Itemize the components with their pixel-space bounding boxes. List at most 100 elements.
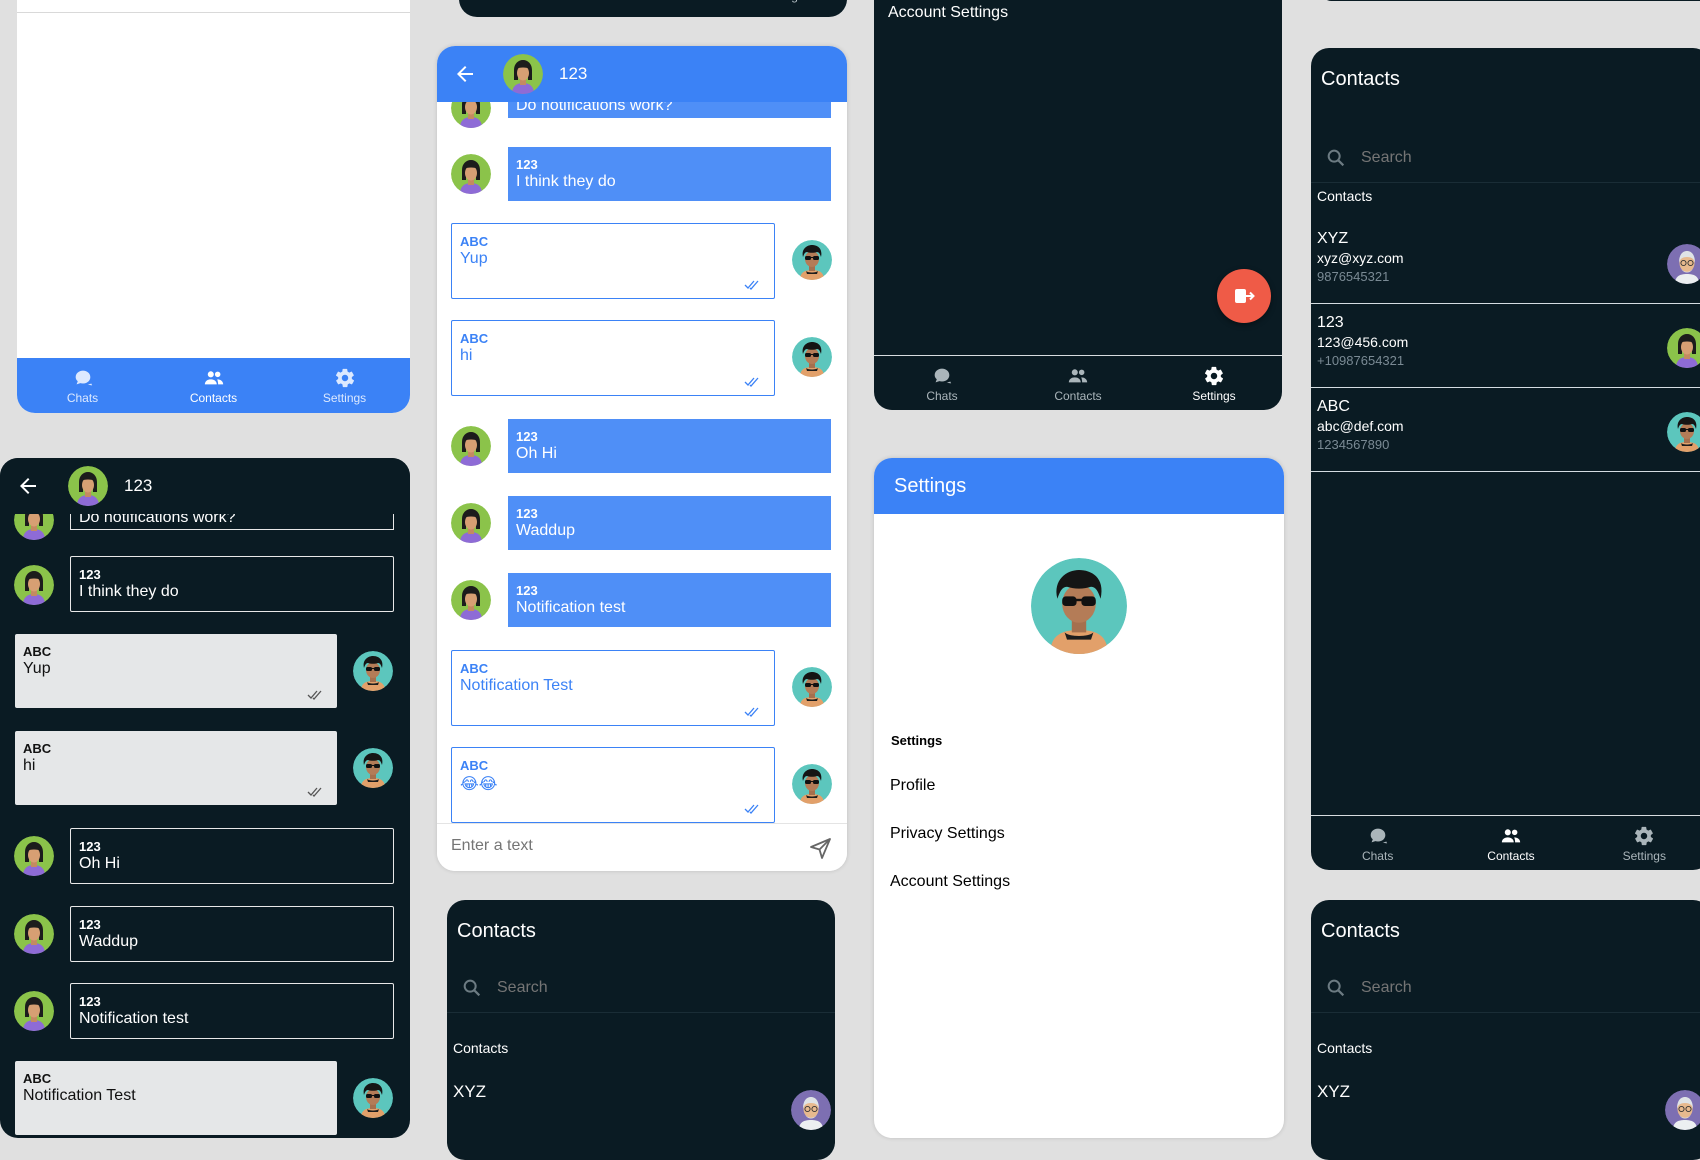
message-bubble: 123 Oh Hi bbox=[70, 828, 394, 884]
avatar-girl bbox=[451, 154, 491, 194]
message-sender: 123 bbox=[79, 567, 101, 582]
message-text: Notification test bbox=[516, 599, 626, 616]
nav-settings[interactable]: Settings bbox=[1578, 825, 1700, 863]
avatar[interactable] bbox=[68, 466, 108, 506]
message-bubble: ABC Yup bbox=[15, 634, 337, 708]
message-text: Oh Hi bbox=[79, 855, 120, 872]
avatar-man bbox=[792, 240, 832, 280]
message-bubble: 123 Waddup bbox=[70, 906, 394, 962]
nav-contacts[interactable]: Contacts bbox=[149, 367, 279, 405]
nav-contacts[interactable]: Contacts bbox=[1445, 825, 1577, 863]
search-icon bbox=[461, 977, 483, 999]
read-tick-icon bbox=[307, 690, 323, 700]
nav-chats-label: Chats bbox=[926, 388, 958, 403]
avatar[interactable] bbox=[503, 54, 543, 94]
nav-chats[interactable]: Chats bbox=[18, 367, 148, 405]
message-sender: ABC bbox=[460, 661, 489, 676]
message-text: Waddup bbox=[516, 522, 575, 539]
back-arrow-icon[interactable] bbox=[16, 474, 40, 498]
nav-chats[interactable]: Chats bbox=[875, 365, 1010, 403]
nav-chats-label: Chats bbox=[508, 0, 539, 3]
nav-contacts[interactable]: Contacts bbox=[1011, 365, 1146, 403]
message-bubble: 123 Notification test bbox=[508, 573, 831, 627]
message-input-bar bbox=[437, 823, 847, 871]
gear-icon bbox=[1203, 365, 1225, 387]
nav-chats[interactable]: Chats bbox=[1312, 825, 1444, 863]
message-sender: ABC bbox=[460, 331, 489, 346]
message-text: Yup bbox=[460, 250, 488, 267]
message-text: Waddup bbox=[79, 933, 138, 950]
search-input[interactable] bbox=[495, 978, 699, 998]
search-input[interactable] bbox=[1359, 148, 1563, 168]
settings-item-account[interactable]: Account Settings bbox=[890, 873, 1010, 891]
logout-fab[interactable] bbox=[1217, 269, 1271, 323]
message-sender: 123 bbox=[516, 157, 538, 172]
search-icon bbox=[1325, 977, 1347, 999]
account-settings-item[interactable]: Account Settings bbox=[888, 4, 1008, 22]
message-input[interactable] bbox=[449, 836, 753, 856]
nav-contacts-label: Contacts bbox=[627, 0, 678, 3]
contact-email: xyz@xyz.com bbox=[1317, 250, 1404, 266]
contact-row[interactable]: 123 123@456.com +10987654321 bbox=[1311, 304, 1700, 388]
contact-name: XYZ bbox=[453, 1082, 487, 1101]
contact-name: ABC bbox=[1317, 398, 1350, 415]
contact-row[interactable]: ABC abc@def.com 1234567890 bbox=[1311, 388, 1700, 472]
profile-avatar[interactable] bbox=[1031, 558, 1127, 654]
message-text: 😂😂 bbox=[460, 776, 498, 793]
read-tick-icon bbox=[744, 280, 760, 290]
chat-contact-name: 123 bbox=[559, 64, 588, 83]
page-title: Settings bbox=[894, 474, 967, 497]
nav-settings[interactable]: Settings bbox=[1147, 365, 1282, 403]
section-label: Contacts bbox=[1317, 1040, 1373, 1056]
settings-header: Settings bbox=[874, 458, 1284, 514]
contacts-panel-dark-bottom: Contacts Contacts XYZ bbox=[1311, 900, 1700, 1160]
message-text: Notification Test bbox=[23, 1087, 136, 1104]
nav-contacts-label: Contacts bbox=[1487, 848, 1535, 863]
section-label: Settings bbox=[891, 733, 943, 748]
message-text: I think they do bbox=[79, 583, 179, 600]
message-text: hi bbox=[460, 347, 473, 364]
section-label: Contacts bbox=[453, 1040, 509, 1056]
back-arrow-icon[interactable] bbox=[453, 62, 477, 86]
nav-contacts-label: Contacts bbox=[1054, 388, 1102, 403]
send-icon[interactable] bbox=[809, 836, 833, 860]
avatar-man bbox=[353, 651, 393, 691]
contacts-panel-dark-small: Contacts Contacts XYZ bbox=[447, 900, 835, 1160]
message-text: Notification Test bbox=[460, 677, 573, 694]
message-bubble: 123 I think they do bbox=[70, 556, 394, 612]
avatar-girl bbox=[14, 991, 54, 1031]
search-bar bbox=[447, 964, 835, 1013]
bottom-nav: Chats Contacts Settings bbox=[17, 358, 410, 413]
message-bubble: ABC hi bbox=[451, 320, 775, 396]
message-sender: 123 bbox=[79, 994, 101, 1009]
message-text: I think they do bbox=[516, 173, 616, 190]
settings-item-profile[interactable]: Profile bbox=[890, 777, 935, 795]
nav-settings[interactable]: Settings bbox=[280, 367, 410, 405]
message-bubble: 123 Waddup bbox=[508, 496, 831, 550]
message-sender: ABC bbox=[460, 234, 489, 249]
search-input[interactable] bbox=[1359, 978, 1563, 998]
contact-row[interactable]: XYZ xyz@xyz.com 9876545321 bbox=[1311, 220, 1700, 304]
settings-item-privacy[interactable]: Privacy Settings bbox=[890, 825, 1005, 843]
gear-icon bbox=[1633, 825, 1655, 847]
contact-email: 123@456.com bbox=[1317, 334, 1409, 350]
message-bubble: 123 Notification test bbox=[70, 983, 394, 1039]
avatar-girl bbox=[451, 580, 491, 620]
message-bubble: ABC Notification Test bbox=[15, 1061, 337, 1135]
chat-panel-dark: Do notifications work? 123 123 I think th… bbox=[0, 458, 410, 1138]
nav-contacts[interactable]: Contacts bbox=[589, 0, 717, 3]
message-sender: 123 bbox=[516, 506, 538, 521]
read-tick-icon bbox=[744, 707, 760, 717]
message-bubble: 123 I think they do bbox=[508, 147, 831, 201]
message-sender: ABC bbox=[23, 741, 52, 756]
contact-name: XYZ bbox=[1317, 1082, 1351, 1101]
nav-chats-label: Chats bbox=[1361, 848, 1394, 863]
contact-phone: +10987654321 bbox=[1317, 353, 1405, 368]
avatar-girl bbox=[14, 914, 54, 954]
nav-settings[interactable]: Settings bbox=[718, 0, 846, 3]
nav-chats[interactable]: Chats bbox=[460, 0, 588, 3]
avatar-man bbox=[353, 1078, 393, 1118]
read-tick-icon bbox=[744, 804, 760, 814]
avatar-man bbox=[353, 748, 393, 788]
contacts-icon bbox=[1500, 825, 1522, 847]
